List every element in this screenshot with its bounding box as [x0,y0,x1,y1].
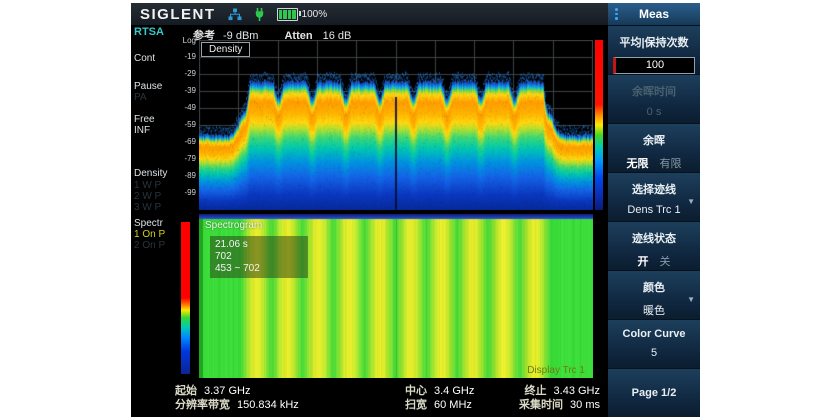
trace3-state-label: 3 W P [134,202,161,213]
sweep-cont-label: Cont [134,53,155,64]
softkey-color[interactable]: 颜色 暖色 ▼ [608,271,700,319]
color-value[interactable]: 暖色 [608,302,700,318]
spectrogram-trace2-label: 2 On P [134,240,165,251]
start-freq-value: 3.37 GHz [204,385,250,397]
rbw-value: 150.834 kHz [237,399,299,411]
persist-time-label: 余晖时间 [608,83,700,99]
frequency-status-bar: 起始 3.37 GHz 分辨率带宽 150.834 kHz 中心 3.4 GHz 扫宽… [131,381,608,417]
power-plug-icon [254,8,265,21]
color-label: 颜色 [608,279,700,295]
trace-state-label: 迹线状态 [608,230,700,246]
avg-hold-count-label: 平均|保持次数 [608,34,700,50]
acq-time-label: 采集时间 [519,399,563,411]
battery-percent: 100% [302,9,328,20]
trigger-free-label: Free [134,114,155,125]
spectrogram-range-readout: 453 ~ 702 [215,263,303,275]
y-axis-tick: -29 [175,69,196,78]
y-axis-tick: -39 [175,86,196,95]
menu-title: Meas [639,7,669,21]
spectrogram-display: Spectrogram 21.06 s 702 453 ~ 702 Displa… [199,214,593,378]
color-curve-value[interactable]: 5 [608,347,700,359]
y-axis-tick: -19 [175,52,196,61]
density-mode-label: Density [134,168,167,179]
acq-time-value: 30 ms [570,399,600,411]
persistence-option-infinite[interactable]: 无限 [626,155,648,171]
mode-label: RTSA [134,26,164,38]
y-axis-tick: -99 [175,188,196,197]
select-trace-label: 选择迹线 [608,181,700,197]
trace-state-option-off[interactable]: 关 [660,253,671,269]
trigger-inf-label: INF [134,125,150,136]
density-display: Density [199,40,593,210]
softkey-persist-time[interactable]: 余晖时间 0 s [608,75,700,123]
y-axis-tick: -89 [175,171,196,180]
span-value: 60 MHz [434,399,472,411]
density-canvas [199,40,593,210]
battery-icon [277,8,298,21]
trace-state-option-on[interactable]: 开 [637,253,648,269]
menu-header[interactable]: Meas [608,3,700,25]
chevron-down-icon: ▼ [687,295,695,304]
center-freq-value: 3.4 GHz [434,385,474,397]
lan-icon [228,8,242,21]
display-trace-label: Display Trc 1 [527,365,585,376]
span-label: 扫宽 [405,399,427,411]
start-freq-label: 起始 [175,385,197,397]
y-axis-tick: -79 [175,154,196,163]
softkey-avg-hold-count[interactable]: 平均|保持次数 100 [608,26,700,74]
softkey-page[interactable]: Page 1/2 [608,369,700,417]
menu-dots-icon [615,8,618,20]
spectrogram-readout-overlay: 21.06 s 702 453 ~ 702 [210,236,308,278]
y-axis-tick: -69 [175,137,196,146]
persistence-option-finite[interactable]: 有限 [660,155,682,171]
stop-freq-value: 3.43 GHz [554,385,600,397]
page-label: Page 1/2 [632,387,677,399]
brand-logo: SIGLENT [140,6,216,23]
color-curve-label: Color Curve [608,328,700,340]
softkey-trace-state[interactable]: 迹线状态 开 关 [608,222,700,270]
softkey-color-curve[interactable]: Color Curve 5 [608,320,700,368]
y-axis-tick: -49 [175,103,196,112]
spectrogram-time-readout: 21.06 s [215,239,303,251]
spectrogram-trace1-label: 1 On P [134,229,165,240]
spectrogram-colorbar [181,222,190,374]
rbw-label: 分辨率带宽 [175,399,230,411]
status-stop-group: 终止 3.43 GHz 采集时间 30 ms [519,384,600,412]
trace2-state-label: 2 W P [134,191,161,202]
top-system-bar: SIGLENT 100% [131,3,608,25]
y-axis-tick: -59 [175,120,196,129]
analyzer-screen: SIGLENT 100% RTSA 参考-9 dBmAtten16 dB Con… [131,3,700,417]
spectrogram-frame-readout: 702 [215,251,303,263]
softkey-persistence[interactable]: 余晖 无限 有限 [608,124,700,172]
pause-label: Pause [134,81,162,92]
spectrogram-title: Spectrogram [205,220,262,231]
pause-sub-label: PA [134,92,147,103]
avg-hold-count-value[interactable]: 100 [613,57,695,74]
persistence-label: 余晖 [608,132,700,148]
softkey-select-trace[interactable]: 选择迹线 Dens Trc 1 ▼ [608,173,700,221]
status-start-group: 起始 3.37 GHz 分辨率带宽 150.834 kHz [175,384,299,412]
trace1-state-label: 1 W P [134,180,161,191]
density-title-badge: Density [201,42,250,57]
y-axis-log-label: Log [175,36,196,45]
page-background: { "header": { "brand": "SIGLENT", "batte… [0,0,840,420]
spectrogram-mode-label: Spectr [134,218,163,229]
center-freq-label: 中心 [405,385,427,397]
density-colorbar [595,40,603,210]
softkey-menu: Meas 平均|保持次数 100 余晖时间 0 s 余晖 无限 有限 选择迹线 … [608,3,700,417]
persist-time-value: 0 s [608,106,700,118]
stop-freq-label: 终止 [525,385,547,397]
chevron-down-icon: ▼ [687,197,695,206]
status-center-group: 中心 3.4 GHz 扫宽 60 MHz [405,384,474,412]
